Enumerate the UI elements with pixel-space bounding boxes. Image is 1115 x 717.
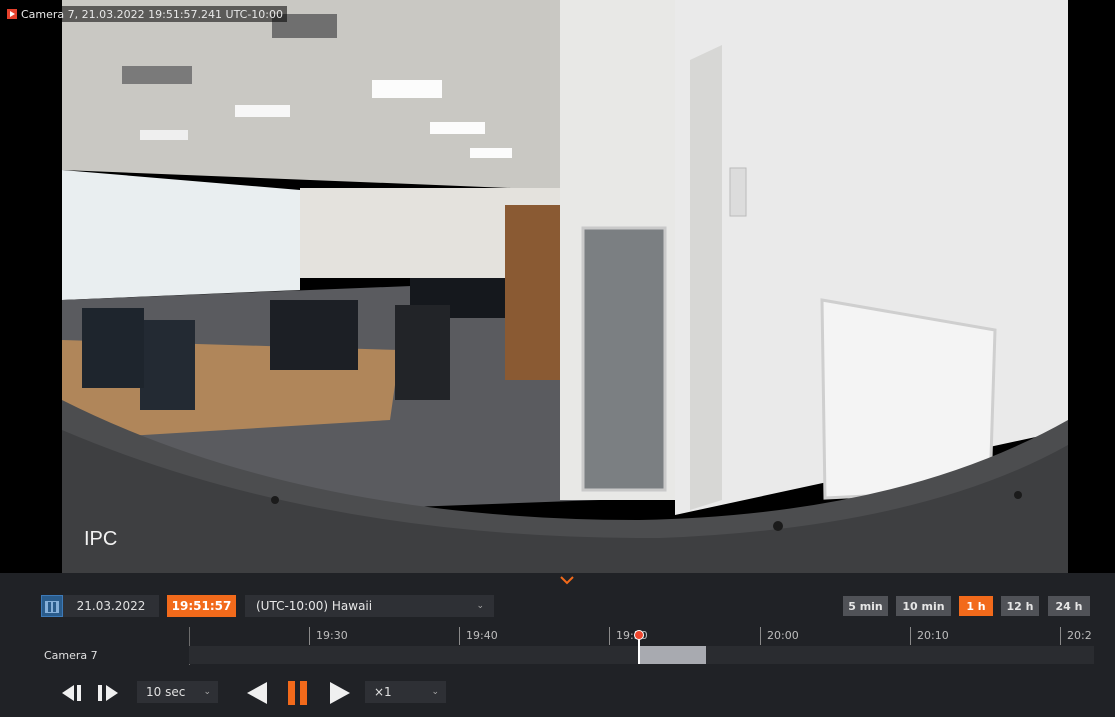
collapse-chevron-icon[interactable] bbox=[559, 575, 575, 585]
zoom-10min-button[interactable]: 10 min bbox=[896, 596, 951, 616]
chevron-down-icon: ⌄ bbox=[203, 687, 211, 697]
step-forward-icon[interactable] bbox=[97, 684, 123, 702]
timeline-tick-label: 19:40 bbox=[466, 629, 498, 642]
camera-title-overlay: Camera 7, 21.03.2022 19:51:57.241 UTC-10… bbox=[3, 6, 288, 22]
timeline-tick-label: 20:10 bbox=[917, 629, 949, 642]
date-field[interactable]: 21.03.2022 bbox=[63, 595, 159, 617]
play-icon[interactable] bbox=[328, 681, 352, 705]
zoom-5min-button[interactable]: 5 min bbox=[843, 596, 888, 616]
zoom-1h-button[interactable]: 1 h bbox=[959, 596, 993, 616]
timeline-tick bbox=[760, 627, 761, 645]
step-back-icon[interactable] bbox=[62, 684, 88, 702]
chevron-down-icon: ⌄ bbox=[431, 687, 439, 697]
chevron-down-icon: ⌄ bbox=[476, 601, 484, 611]
time-field[interactable]: 19:51:57 bbox=[167, 595, 236, 617]
timeline-tick-label: 20:2 bbox=[1067, 629, 1092, 642]
playhead-handle[interactable] bbox=[634, 630, 644, 640]
timeline-tick-label: 20:00 bbox=[767, 629, 799, 642]
timezone-value: (UTC-10:00) Hawaii bbox=[256, 599, 373, 613]
record-icon bbox=[7, 9, 17, 19]
timeline-tick bbox=[309, 627, 310, 645]
camera-title-text: Camera 7, 21.03.2022 19:51:57.241 UTC-10… bbox=[21, 7, 284, 21]
video-viewport[interactable]: Camera 7, 21.03.2022 19:51:57.241 UTC-10… bbox=[0, 0, 1115, 573]
zoom-24h-button[interactable]: 24 h bbox=[1048, 596, 1090, 616]
timeline-track[interactable] bbox=[189, 646, 1094, 664]
calendar-icon[interactable] bbox=[41, 595, 63, 617]
timezone-select[interactable]: (UTC-10:00) Hawaii ⌄ bbox=[245, 595, 494, 617]
step-interval-value: 10 sec bbox=[146, 685, 186, 699]
zoom-12h-button[interactable]: 12 h bbox=[1001, 596, 1039, 616]
timeline-tick bbox=[910, 627, 911, 645]
date-time-toolbar: 21.03.2022 19:51:57 (UTC-10:00) Hawaii ⌄… bbox=[0, 594, 1115, 620]
playback-speed-value: ×1 bbox=[374, 685, 392, 699]
timeline-tick-label: 19:30 bbox=[316, 629, 348, 642]
step-interval-select[interactable]: 10 sec ⌄ bbox=[137, 681, 218, 703]
ipc-watermark: IPC bbox=[84, 528, 118, 550]
timeline-tick bbox=[459, 627, 460, 645]
pause-icon[interactable] bbox=[286, 680, 310, 706]
play-reverse-icon[interactable] bbox=[245, 681, 269, 705]
camera-frame bbox=[0, 0, 1115, 573]
timeline-tick bbox=[1060, 627, 1061, 645]
timeline[interactable]: 19:30 19:40 19:50 20:00 20:10 20:2 Camer… bbox=[0, 622, 1115, 666]
timeline-camera-label: Camera 7 bbox=[44, 649, 98, 662]
playhead-line[interactable] bbox=[638, 636, 640, 664]
playback-speed-select[interactable]: ×1 ⌄ bbox=[365, 681, 446, 703]
recording-segment[interactable] bbox=[639, 646, 706, 664]
timeline-tick bbox=[609, 627, 610, 645]
playback-controls: 10 sec ⌄ ×1 ⌄ bbox=[0, 680, 1115, 706]
